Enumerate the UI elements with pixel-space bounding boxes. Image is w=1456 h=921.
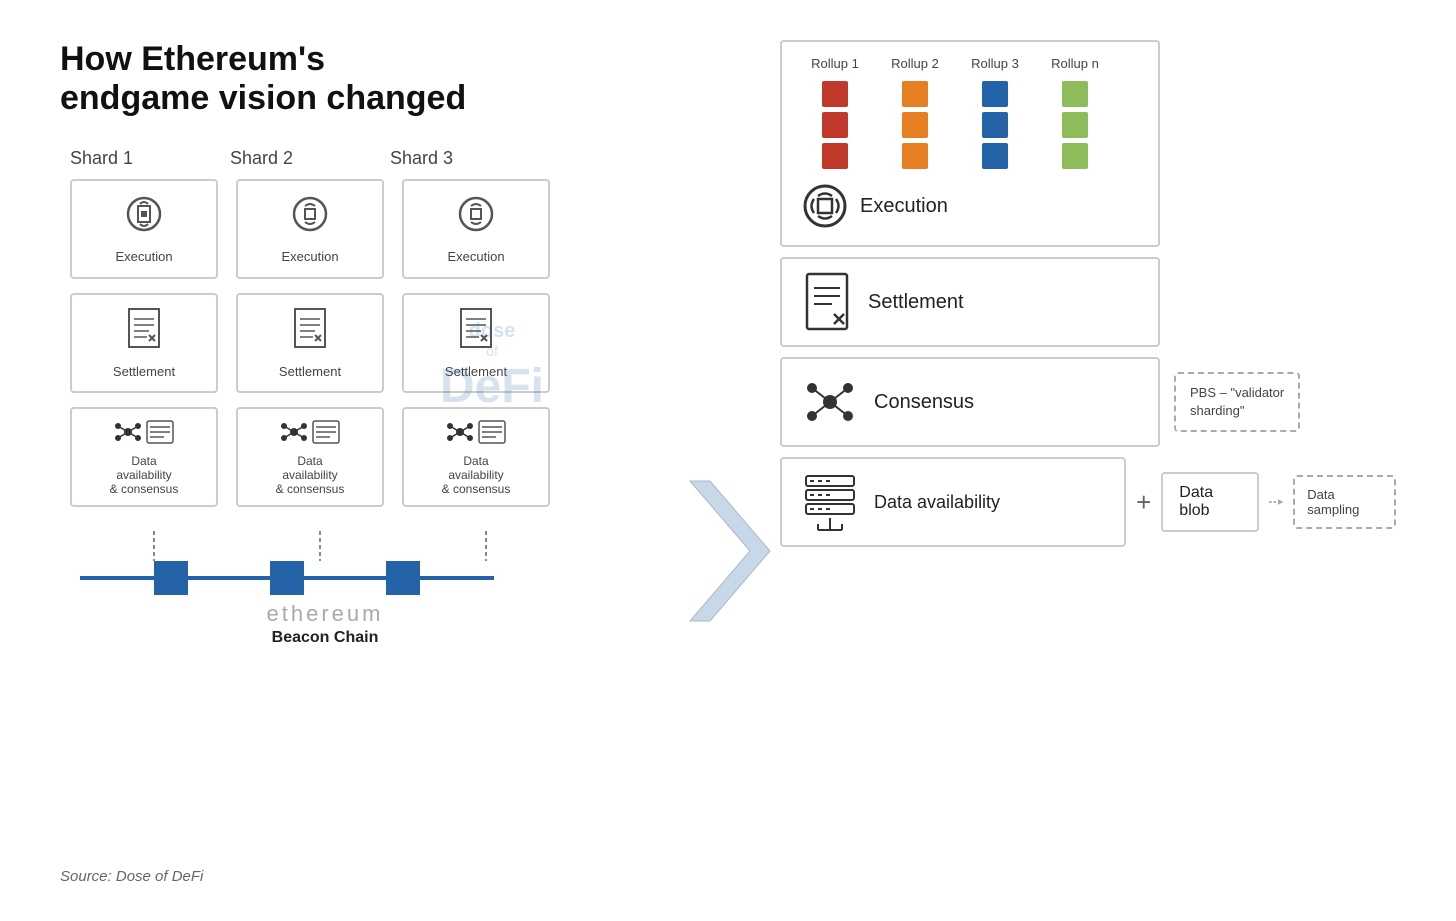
right-panel: Rollup 1 Rollup 2 Rollup 3 Rollup n [780, 40, 1396, 881]
ethereum-logo-text: ethereum [267, 601, 384, 627]
execution-icon-1 [124, 194, 164, 241]
execution-row: Execution Execution [60, 179, 680, 279]
execution-label: Execution [860, 195, 948, 218]
shard-3-da-label: Data availability & consensus [442, 454, 511, 496]
rollup-n-header: Rollup n [1040, 56, 1110, 71]
rollup-n-chain [1040, 81, 1110, 169]
shard-3-settlement-cell: Settlement [402, 293, 550, 393]
data-blob-box: Data blob [1161, 472, 1259, 532]
shard-1-settlement-cell: Settlement [70, 293, 218, 393]
shard-2-header: Shard 2 [230, 148, 390, 169]
da-row: Data availability & consensus [60, 407, 680, 507]
settlement-row: Settlement Settleme [60, 293, 680, 393]
shard-3-execution-cell: Execution [402, 179, 550, 279]
settlement-icon-2 [293, 307, 327, 356]
settlement-label: Settlement [868, 291, 964, 314]
consensus-row: Consensus PBS – "validator sharding" [780, 357, 1396, 447]
shard-1-header: Shard 1 [70, 148, 230, 169]
rollup-3-chain [960, 81, 1030, 169]
shard-3-header: Shard 3 [390, 148, 550, 169]
shard-2-settlement-label: Settlement [279, 364, 341, 379]
shard-1-da-cell: Data availability & consensus [70, 407, 218, 507]
execution-icon-3 [456, 194, 496, 241]
shard-2-execution-cell: Execution [236, 179, 384, 279]
shard-3-settlement-label: Settlement [445, 364, 507, 379]
rollup-headers: Rollup 1 Rollup 2 Rollup 3 Rollup n [800, 56, 1140, 71]
shard-3-execution-label: Execution [447, 249, 504, 264]
shard-1-settlement-label: Settlement [113, 364, 175, 379]
rollup-1-chain [800, 81, 870, 169]
settlement-icon-1 [127, 307, 161, 356]
consensus-label: Consensus [874, 391, 974, 414]
pbs-label: PBS – "validator sharding" [1174, 372, 1300, 432]
settlement-icon-3 [459, 307, 493, 356]
rollup-1-header: Rollup 1 [800, 56, 870, 71]
rollup-3-header: Rollup 3 [960, 56, 1030, 71]
page: How Ethereum'sendgame vision changed Sha… [0, 0, 1456, 921]
consensus-box: Consensus [780, 357, 1160, 447]
shard-2-da-label: Data availability & consensus [276, 454, 345, 496]
shard-3-da-cell: Data availability & consensus [402, 407, 550, 507]
execution-box: Rollup 1 Rollup 2 Rollup 3 Rollup n [780, 40, 1160, 247]
shards-rows: Execution Execution [60, 179, 680, 507]
left-panel: How Ethereum'sendgame vision changed Sha… [60, 40, 680, 881]
data-availability-box: Data availability [780, 457, 1126, 547]
plus-sign: + [1136, 487, 1151, 518]
rollup-2-chain [880, 81, 950, 169]
settlement-box: Settlement [780, 257, 1160, 347]
data-availability-row: Data availability + Data blob Data sampl… [780, 457, 1396, 547]
shard-2-settlement-cell: Settlement [236, 293, 384, 393]
source-text: Source: Dose of DeFi [60, 868, 203, 885]
beacon-section: ethereum Beacon Chain [60, 525, 680, 647]
shard-2-execution-label: Execution [281, 249, 338, 264]
page-title: How Ethereum'sendgame vision changed [60, 40, 680, 118]
rollup-2-header: Rollup 2 [880, 56, 950, 71]
data-availability-label: Data availability [874, 492, 1000, 513]
da-icon-area-2 [280, 418, 340, 446]
da-icon-area-1 [114, 418, 174, 446]
shard-1-execution-label: Execution [115, 249, 172, 264]
arrow-right-icon [1269, 494, 1283, 510]
rollup-chains [800, 81, 1140, 169]
shard-1-execution-cell: Execution [70, 179, 218, 279]
da-icon-area-3 [446, 418, 506, 446]
data-sampling-box: Data sampling [1293, 475, 1396, 529]
execution-icon-2 [290, 194, 330, 241]
shard-headers: Shard 1 Shard 2 Shard 3 [60, 148, 680, 169]
shard-2-da-cell: Data availability & consensus [236, 407, 384, 507]
beacon-chain-label: Beacon Chain [272, 629, 379, 647]
execution-label-row: Execution [800, 181, 1140, 231]
shard-1-da-label: Data availability & consensus [110, 454, 179, 496]
middle-arrow [680, 40, 780, 881]
